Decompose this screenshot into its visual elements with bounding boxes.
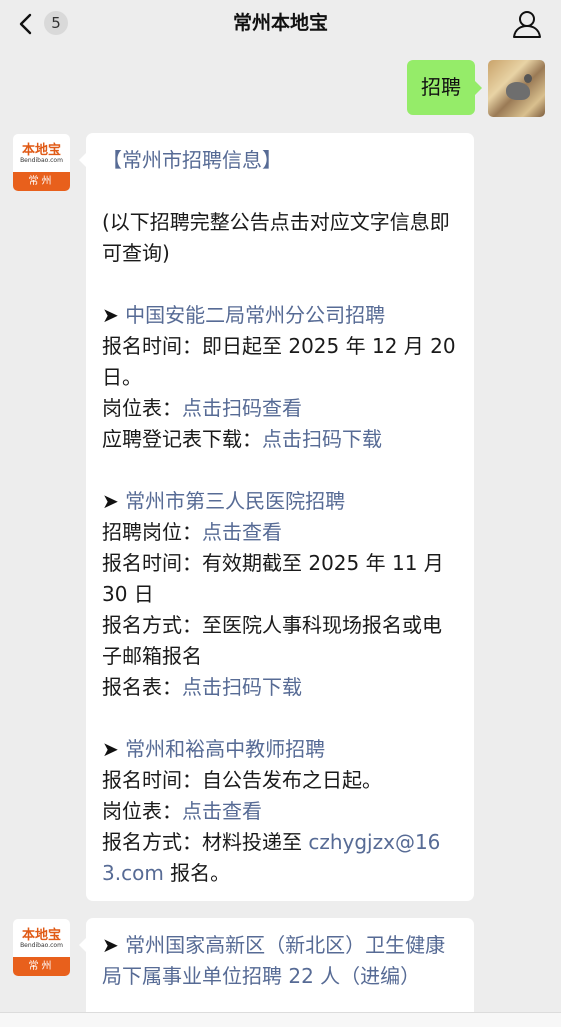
job-1-positions-label: 岗位表： <box>102 396 182 420</box>
avatar-brand-text: 本地宝 <box>21 143 61 158</box>
job-3-positions-link[interactable]: 点击查看 <box>182 799 262 823</box>
avatar-site-text: Bendibao.com <box>20 157 63 164</box>
arrow-icon: ➤ <box>102 303 126 327</box>
arrow-icon: ➤ <box>102 933 126 957</box>
job-1-form-link[interactable]: 点击扫码下载 <box>262 427 382 451</box>
bot-avatar[interactable]: 本地宝 Bendibao.com 常州 <box>13 134 70 191</box>
job-3-positions-label: 岗位表： <box>102 799 182 823</box>
message-heading[interactable]: 【常州市招聘信息】 <box>102 145 458 176</box>
job-2-positions-label: 招聘岗位： <box>102 520 202 544</box>
avatar-city-text: 常州 <box>13 172 70 191</box>
bot-avatar[interactable]: 本地宝 Bendibao.com 常州 <box>13 919 70 976</box>
job-1-form-label: 应聘登记表下载： <box>102 427 262 451</box>
job-1-positions-line: 岗位表：点击扫码查看 <box>102 393 458 424</box>
avatar-bird-shape <box>506 82 530 100</box>
job-2-form-line: 报名表：点击扫码下载 <box>102 672 458 703</box>
job-1-title-link[interactable]: 中国安能二局常州分公司招聘 <box>125 303 385 327</box>
arrow-icon: ➤ <box>102 489 126 513</box>
avatar-city-text: 常州 <box>13 957 70 976</box>
job-3-positions-line: 岗位表：点击查看 <box>102 796 458 827</box>
profile-button[interactable] <box>511 9 543 39</box>
job-2-method: 报名方式：至医院人事科现场报名或电子邮箱报名 <box>102 613 442 668</box>
job-3-time: 报名时间：自公告发布之日起。 <box>102 768 382 792</box>
job-3-method-line: 报名方式：材料投递至 czhygjzx@163.com 报名。 <box>102 827 458 889</box>
job-2-time: 报名时间：有效期截至 2025 年 11 月 30 日 <box>102 551 444 606</box>
chat-area[interactable]: 招聘 本地宝 Bendibao.com 常州 【常州市招聘信息】 (以下招聘完整… <box>0 46 561 1026</box>
top-bar: 5 常州本地宝 <box>0 0 561 46</box>
message-2-title-line: ➤ 常州国家高新区（新北区）卫生健康局下属事业单位招聘 22 人（进编） <box>102 930 458 992</box>
job-2-positions-link[interactable]: 点击查看 <box>202 520 282 544</box>
job-2-title-line: ➤ 常州市第三人民医院招聘 <box>102 486 458 517</box>
job-2-positions-line: 招聘岗位：点击查看 <box>102 517 458 548</box>
sent-message-bubble[interactable]: 招聘 <box>407 60 482 115</box>
job-2-form-link[interactable]: 点击扫码下载 <box>182 675 302 699</box>
avatar-site-text: Bendibao.com <box>20 942 63 949</box>
job-3-method-label: 报名方式：材料投递至 <box>102 830 309 854</box>
job-3-method-suffix: 报名。 <box>163 861 231 885</box>
arrow-icon: ➤ <box>102 737 126 761</box>
my-avatar[interactable] <box>488 60 545 117</box>
input-bar[interactable] <box>0 1012 561 1027</box>
job-1-form-line: 应聘登记表下载：点击扫码下载 <box>102 424 458 455</box>
job-1-title-line: ➤ 中国安能二局常州分公司招聘 <box>102 300 458 331</box>
person-icon <box>513 11 541 38</box>
received-message-bubble: ➤ 常州国家高新区（新北区）卫生健康局下属事业单位招聘 22 人（进编） <box>79 918 474 1026</box>
job-2-form-label: 报名表： <box>102 675 182 699</box>
avatar-bird-head-shape <box>524 74 532 83</box>
message-intro: (以下招聘完整公告点击对应文字信息即可查询) <box>102 210 450 265</box>
received-message-bubble: 【常州市招聘信息】 (以下招聘完整公告点击对应文字信息即可查询) ➤ 中国安能二… <box>79 133 474 901</box>
chat-title: 常州本地宝 <box>232 12 328 34</box>
job-3-title-line: ➤ 常州和裕高中教师招聘 <box>102 734 458 765</box>
job-2-title-link[interactable]: 常州市第三人民医院招聘 <box>125 489 345 513</box>
avatar-brand-text: 本地宝 <box>21 928 61 943</box>
job-1-positions-link[interactable]: 点击扫码查看 <box>182 396 302 420</box>
message-2-title-link[interactable]: 常州国家高新区（新北区）卫生健康局下属事业单位招聘 22 人（进编） <box>102 933 445 988</box>
job-3-title-link[interactable]: 常州和裕高中教师招聘 <box>125 737 325 761</box>
job-1-time: 报名时间：即日起至 2025 年 12 月 20 日。 <box>102 334 456 389</box>
